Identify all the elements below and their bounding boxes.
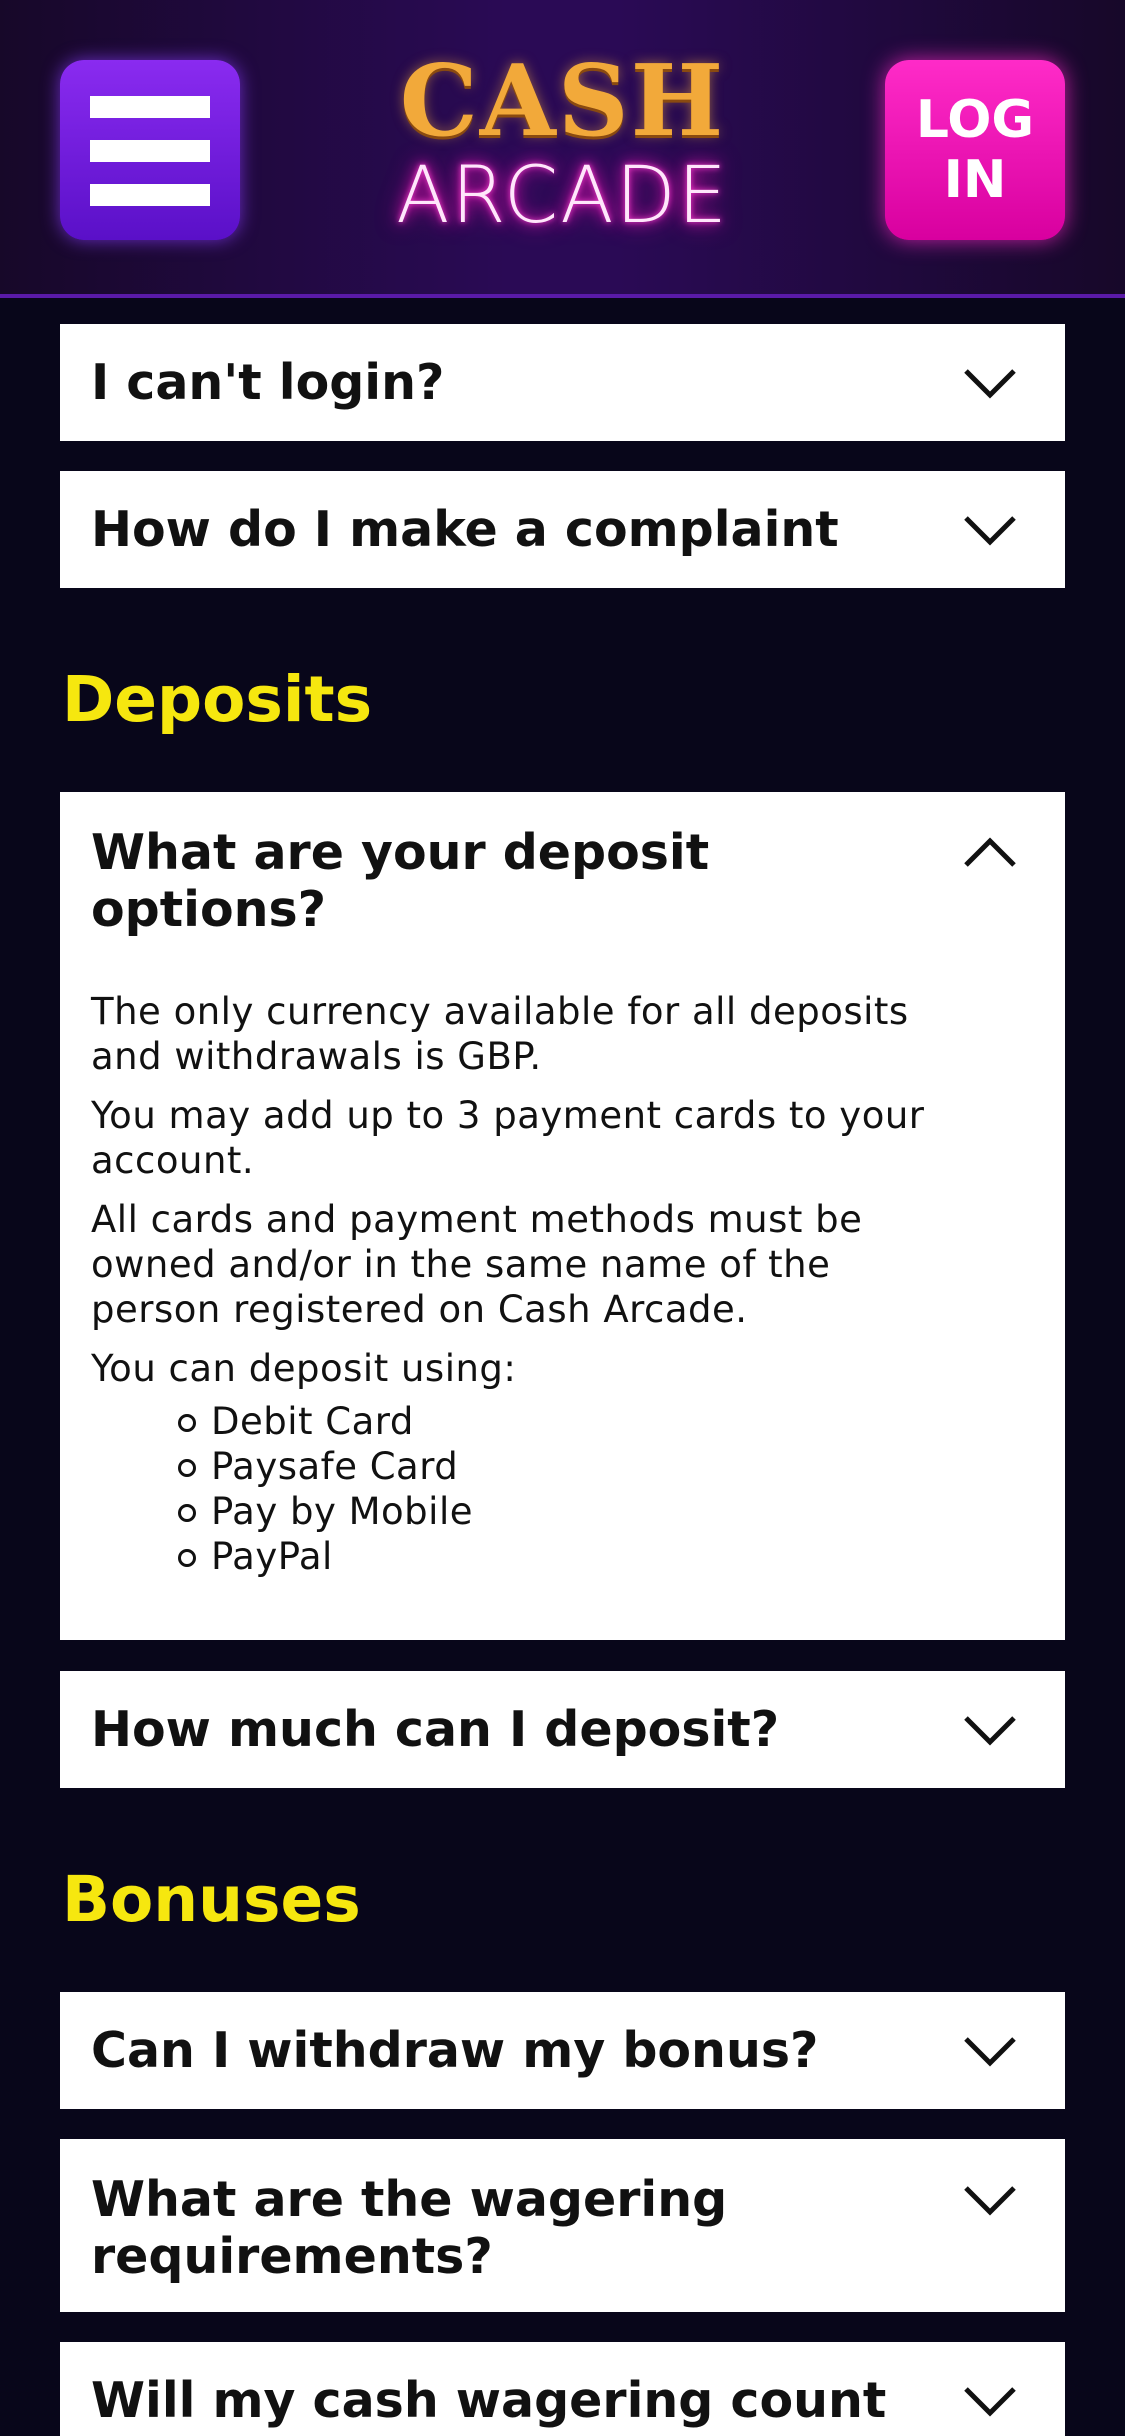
faq-question: What are the wagering requirements? (91, 2171, 728, 2285)
logo-cash-text: CASH (399, 44, 726, 159)
faq-item-complaint[interactable]: How do I make a complaint (60, 471, 1065, 588)
chevron-down-icon (964, 516, 1016, 546)
chevron-down-icon (964, 2387, 1016, 2417)
login-button-label: LOG IN (915, 90, 1035, 210)
logo-arcade-text: ARCADE (396, 151, 729, 241)
chevron-down-icon (964, 369, 1016, 399)
login-button[interactable]: LOG IN (885, 60, 1065, 240)
faq-question: Can I withdraw my bonus? (91, 2022, 819, 2079)
faq-question: Will my cash wagering count (91, 2372, 887, 2429)
faq-question: How do I make a complaint (91, 501, 839, 558)
deposit-methods-list: Debit Card Paysafe Card Pay by Mobile Pa… (91, 1399, 991, 1579)
section-title-bonuses: Bonuses (62, 1863, 361, 1936)
chevron-down-icon (964, 2037, 1016, 2067)
list-item: Pay by Mobile (91, 1489, 991, 1534)
list-item: Debit Card (91, 1399, 991, 1444)
faq-item-deposit-options-expanded[interactable]: What are your deposit options? The only … (60, 792, 1065, 1640)
faq-item-cash-wagering[interactable]: Will my cash wagering count (60, 2342, 1065, 2436)
faq-question: What are your deposit options? (91, 824, 710, 938)
faq-answer: The only currency available for all depo… (91, 989, 991, 1579)
answer-paragraph: You can deposit using: (91, 1347, 517, 1390)
section-title-deposits: Deposits (62, 663, 373, 736)
site-header: CASH ARCADE LOG IN (0, 0, 1125, 298)
list-item: PayPal (91, 1534, 991, 1579)
faq-item-how-much-deposit[interactable]: How much can I deposit? (60, 1671, 1065, 1788)
chevron-down-icon (964, 2186, 1016, 2216)
answer-paragraph: All cards and payment methods must be ow… (91, 1198, 863, 1331)
faq-item-withdraw-bonus[interactable]: Can I withdraw my bonus? (60, 1992, 1065, 2109)
list-item: Paysafe Card (91, 1444, 991, 1489)
faq-question: I can't login? (91, 354, 445, 411)
faq-item-wagering-requirements[interactable]: What are the wagering requirements? (60, 2139, 1065, 2312)
faq-question: How much can I deposit? (91, 1701, 780, 1758)
answer-paragraph: You may add up to 3 payment cards to you… (91, 1094, 925, 1182)
menu-button[interactable] (60, 60, 240, 240)
faq-item-cant-login[interactable]: I can't login? (60, 324, 1065, 441)
chevron-up-icon (964, 837, 1016, 867)
cash-arcade-logo[interactable]: CASH ARCADE (360, 50, 765, 250)
chevron-down-icon (964, 1716, 1016, 1746)
answer-paragraph: The only currency available for all depo… (91, 990, 909, 1078)
hamburger-menu-icon (90, 96, 210, 206)
